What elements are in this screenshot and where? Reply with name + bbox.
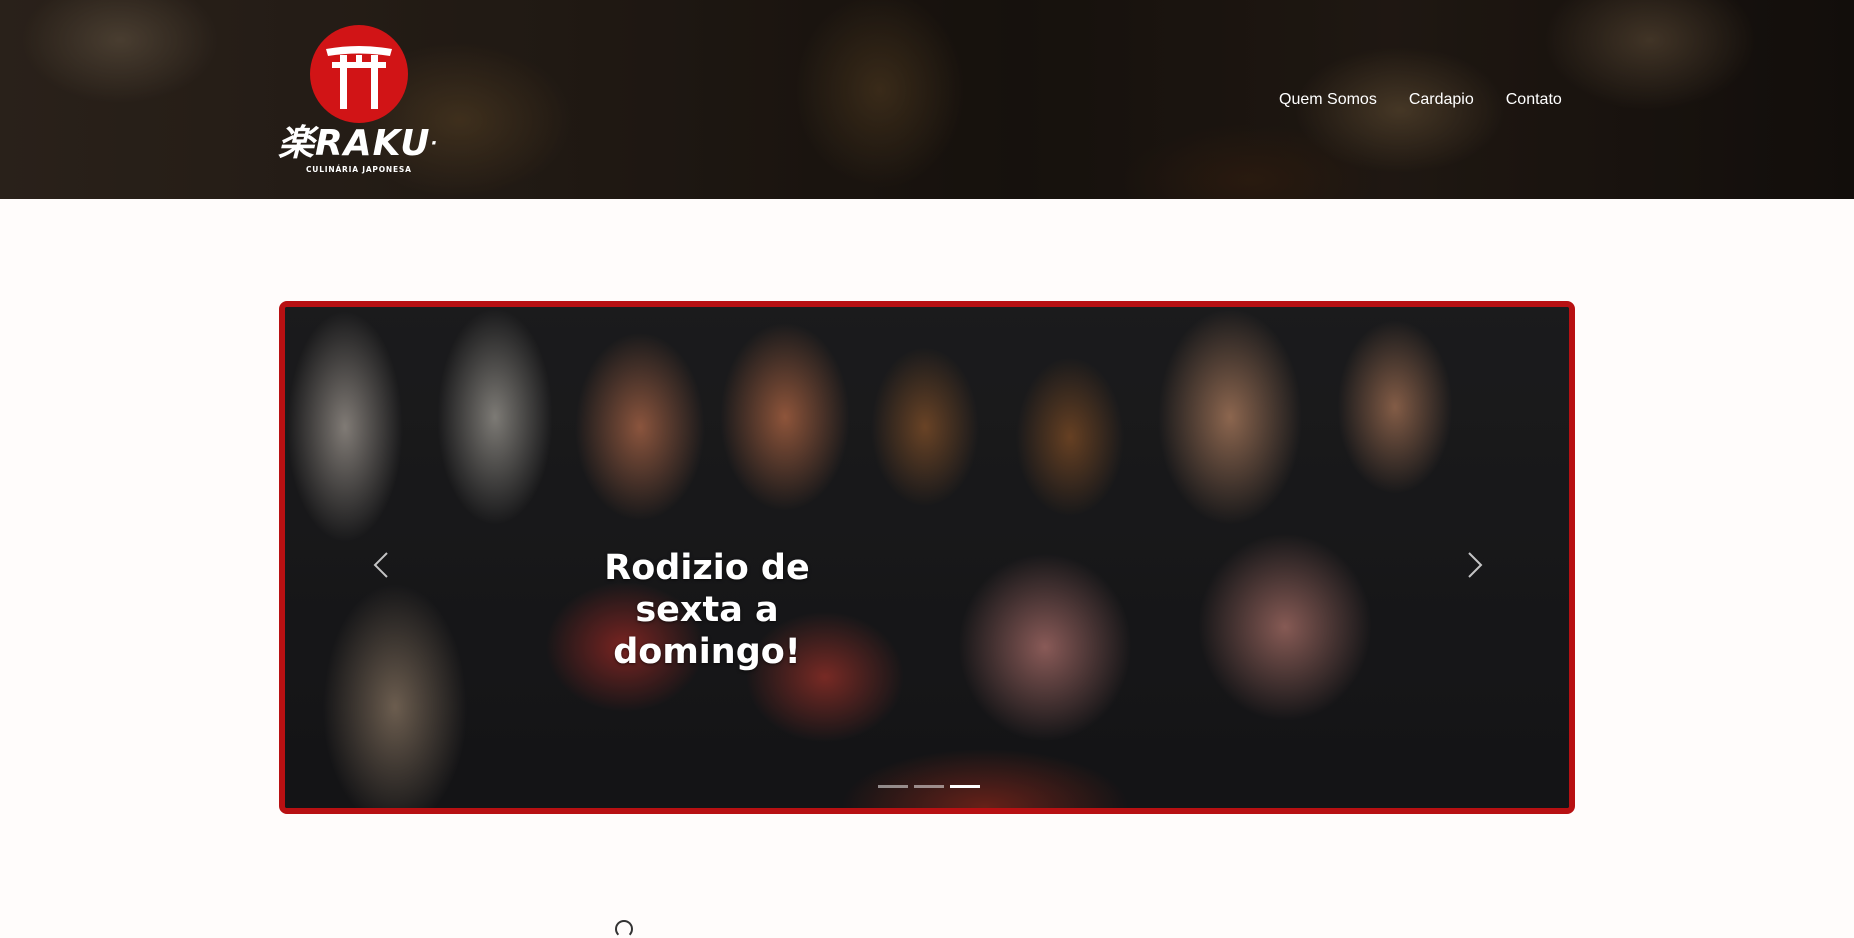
carousel-indicators: [878, 785, 980, 788]
section-heading-partial: [615, 920, 633, 938]
slide-caption: Rodizio de sexta a domingo!: [604, 548, 810, 672]
logo-text: 楽RAKU·: [278, 124, 438, 164]
logo[interactable]: 楽RAKU· CULINÁRIA JAPONESA: [278, 24, 444, 176]
carousel-next-button[interactable]: [1459, 545, 1489, 585]
nav-item-quem-somos[interactable]: Quem Somos: [1279, 89, 1377, 111]
nav-item-contato[interactable]: Contato: [1506, 89, 1562, 111]
chevron-right-icon: [1468, 552, 1483, 578]
main-nav: Quem Somos Cardapio Contato: [1279, 89, 1562, 111]
logo-kanji: 楽: [278, 123, 316, 164]
site-header: 楽RAKU· CULINÁRIA JAPONESA Quem Somos Car…: [0, 0, 1854, 199]
carousel-indicator[interactable]: [878, 785, 908, 788]
torii-icon: [310, 25, 408, 123]
logo-tagline: CULINÁRIA JAPONESA: [306, 165, 412, 174]
chevron-left-icon: [373, 552, 388, 578]
carousel-indicator[interactable]: [950, 785, 980, 788]
nav-item-cardapio[interactable]: Cardapio: [1409, 89, 1474, 111]
hero-carousel: Rodizio de sexta a domingo!: [279, 301, 1575, 814]
carousel-indicator[interactable]: [914, 785, 944, 788]
logo-name: RAKU: [315, 123, 431, 164]
slide-overlay: [285, 307, 1569, 808]
carousel-prev-button[interactable]: [367, 545, 397, 585]
logo-dot: ·: [430, 133, 439, 154]
